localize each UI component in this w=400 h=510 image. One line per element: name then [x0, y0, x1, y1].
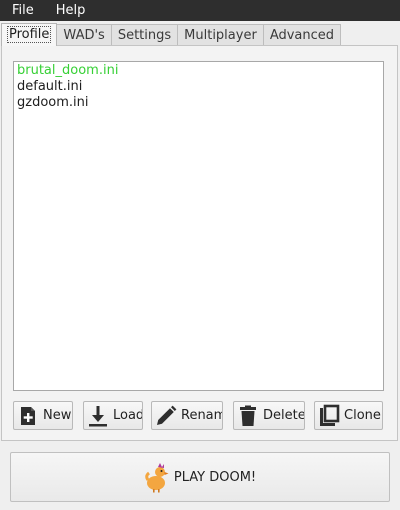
rename-button-label: Rename — [181, 408, 222, 423]
new-file-icon — [21, 406, 35, 425]
play-doom-label: PLAY DOOM! — [173, 469, 257, 485]
chicken-icon — [145, 463, 169, 493]
tab-wads[interactable]: WAD's — [56, 24, 112, 45]
load-button[interactable]: Load — [83, 401, 143, 430]
menu-bar: File Help — [0, 0, 400, 21]
download-icon — [89, 405, 107, 426]
clone-button[interactable]: Clone — [314, 401, 383, 430]
clone-button-label: Clone — [344, 408, 381, 423]
menu-file[interactable]: File — [0, 0, 45, 21]
delete-button-label: Delete — [263, 408, 305, 423]
menu-help[interactable]: Help — [45, 0, 97, 21]
profile-panel: brutal_doom.ini default.ini gzdoom.ini N… — [1, 45, 398, 441]
tab-bar: Profile WAD's Settings Multiplayer Advan… — [1, 23, 342, 46]
delete-button[interactable]: Delete — [233, 401, 305, 430]
trash-icon — [240, 405, 256, 426]
profile-list[interactable]: brutal_doom.ini default.ini gzdoom.ini — [13, 61, 384, 391]
load-button-label: Load — [113, 408, 143, 423]
tab-multiplayer[interactable]: Multiplayer — [177, 24, 264, 45]
tab-profile[interactable]: Profile — [1, 23, 58, 46]
list-item[interactable]: gzdoom.ini — [14, 95, 383, 111]
pencil-icon — [157, 405, 177, 425]
list-item[interactable]: default.ini — [14, 79, 383, 95]
list-item[interactable]: brutal_doom.ini — [14, 63, 383, 79]
tab-advanced[interactable]: Advanced — [262, 24, 342, 45]
play-doom-button[interactable]: PLAY DOOM! — [10, 452, 390, 502]
copy-icon — [320, 404, 340, 426]
tab-settings[interactable]: Settings — [110, 24, 179, 45]
rename-button[interactable]: Rename — [151, 401, 223, 430]
new-button-label: New — [43, 408, 72, 423]
new-button[interactable]: New — [13, 401, 73, 430]
